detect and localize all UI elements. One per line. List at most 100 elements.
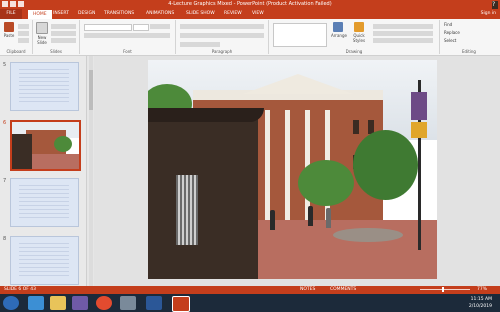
windows-taskbar: 11:15 AM 2/10/2019: [0, 294, 500, 312]
quick-styles-icon: [354, 22, 364, 32]
photo-pedestrian: [270, 210, 275, 230]
font-name-select[interactable]: [84, 24, 132, 31]
find-button[interactable]: Find: [444, 22, 452, 27]
powerpoint-icon[interactable]: [172, 296, 190, 312]
zoom-slider-knob[interactable]: [442, 287, 444, 292]
photo-fountain: [333, 228, 403, 242]
window-title: 4-Lecture Graphics Mixed - PowerPoint (P…: [168, 1, 332, 7]
quick-access-toolbar: [2, 1, 24, 8]
slide-thumbnail-7[interactable]: [10, 178, 79, 227]
font-format-buttons[interactable]: [84, 33, 170, 38]
shapes-gallery[interactable]: [273, 23, 327, 47]
slides-group: New Slide Slides: [33, 20, 80, 54]
photo-banner: [411, 92, 427, 120]
comments-button[interactable]: COMMENTS: [330, 287, 356, 292]
tab-home[interactable]: HOME: [28, 10, 52, 19]
text-lines: [19, 69, 69, 103]
shape-fill-button[interactable]: [373, 24, 433, 29]
photo-pedestrian: [308, 206, 313, 226]
drawing-group: Arrange Quick Styles Drawing: [269, 20, 440, 54]
replace-button[interactable]: Replace: [444, 30, 460, 35]
start-button-icon[interactable]: [3, 296, 19, 310]
word-icon[interactable]: [146, 296, 162, 310]
layout-button[interactable]: [51, 24, 76, 29]
alignment-buttons[interactable]: [180, 33, 264, 38]
slide-counter: SLIDE 6 OF 43: [4, 287, 37, 292]
tab-transitions[interactable]: TRANSITIONS: [104, 11, 134, 16]
photo-tree: [353, 130, 418, 200]
section-button[interactable]: [51, 38, 76, 43]
slide-thumbnail-6[interactable]: [10, 120, 81, 171]
tab-slide-show[interactable]: SLIDE SHOW: [186, 11, 215, 16]
notes-button[interactable]: NOTES: [300, 287, 315, 292]
sign-in-link[interactable]: Sign in: [481, 11, 496, 16]
undo-icon[interactable]: [10, 1, 16, 7]
font-size-select[interactable]: [133, 24, 149, 31]
app-icon[interactable]: [120, 296, 136, 310]
font-group: Font: [80, 20, 176, 54]
thumbnail-scrollbar[interactable]: [89, 56, 93, 286]
slide-thumbnail-pane: 5 6 7 8: [0, 56, 87, 286]
photo-building-pediment: [243, 74, 353, 94]
zoom-level[interactable]: 77%: [477, 287, 487, 292]
photo-tree: [298, 160, 354, 206]
ribbon-tabs: FILE HOME INSERT DESIGN TRANSITIONS ANIM…: [0, 9, 500, 19]
tab-review[interactable]: REVIEW: [224, 11, 242, 16]
shape-effects-button[interactable]: [373, 38, 433, 43]
redo-icon[interactable]: [18, 1, 24, 7]
group-label-editing: Editing: [462, 49, 476, 54]
system-clock[interactable]: 11:15 AM 2/10/2019: [469, 296, 492, 310]
tab-design[interactable]: DESIGN: [78, 11, 95, 16]
paste-icon: [4, 22, 14, 32]
file-explorer-icon[interactable]: [50, 296, 66, 310]
thumb-tree: [54, 136, 72, 152]
new-slide-icon: [36, 22, 48, 34]
slide-canvas[interactable]: [148, 60, 437, 279]
thumb-kiosk: [12, 134, 32, 169]
title-bar: 4-Lecture Graphics Mixed - PowerPoint (P…: [0, 0, 500, 15]
chrome-icon[interactable]: [96, 296, 112, 310]
paste-button[interactable]: Paste: [2, 22, 16, 40]
tab-file[interactable]: FILE: [0, 9, 22, 19]
photo-pedestrian: [326, 208, 331, 228]
group-label-slides: Slides: [50, 49, 62, 54]
editing-group: Find Replace Select Editing: [440, 20, 498, 54]
tab-insert[interactable]: INSERT: [53, 11, 69, 16]
window: [353, 120, 359, 134]
copy-button[interactable]: [18, 31, 29, 36]
arrange-button[interactable]: Arrange: [331, 22, 347, 40]
group-label-clipboard: Clipboard: [6, 49, 26, 54]
slide-number-6: 6: [3, 120, 7, 126]
paragraph-group: Paragraph: [176, 20, 269, 54]
photo-kiosk-roof: [148, 108, 264, 122]
text-lines: [19, 185, 69, 219]
scrollbar-thumb[interactable]: [89, 70, 93, 110]
media-player-icon[interactable]: [72, 296, 88, 310]
telegram-icon[interactable]: [28, 296, 44, 310]
format-painter-button[interactable]: [18, 38, 29, 43]
shape-outline-button[interactable]: [373, 31, 433, 36]
clipboard-group: Paste Clipboard: [0, 20, 33, 54]
quick-styles-button[interactable]: Quick Styles: [349, 22, 369, 43]
zoom-slider[interactable]: [420, 289, 470, 290]
cut-button[interactable]: [18, 24, 29, 29]
text-lines: [19, 243, 69, 277]
tab-animations[interactable]: ANIMATIONS: [146, 11, 174, 16]
group-label-paragraph: Paragraph: [211, 49, 233, 54]
photo-kiosk-window: [176, 175, 198, 245]
group-label-drawing: Drawing: [345, 49, 363, 54]
tab-view[interactable]: VIEW: [252, 11, 264, 16]
slide-thumbnail-5[interactable]: [10, 62, 79, 111]
save-icon[interactable]: [2, 1, 8, 7]
slide-thumbnail-8[interactable]: [10, 236, 79, 285]
font-grow-shrink-buttons[interactable]: [150, 24, 170, 29]
slide-number-7: 7: [3, 178, 7, 184]
new-slide-button[interactable]: New Slide: [35, 22, 49, 45]
clock-time: 11:15 AM: [470, 297, 492, 302]
column: [265, 110, 270, 220]
select-button[interactable]: Select: [444, 38, 456, 43]
text-direction-button[interactable]: [180, 42, 220, 47]
column: [285, 110, 290, 220]
reset-button[interactable]: [51, 31, 76, 36]
list-buttons[interactable]: [180, 24, 264, 29]
